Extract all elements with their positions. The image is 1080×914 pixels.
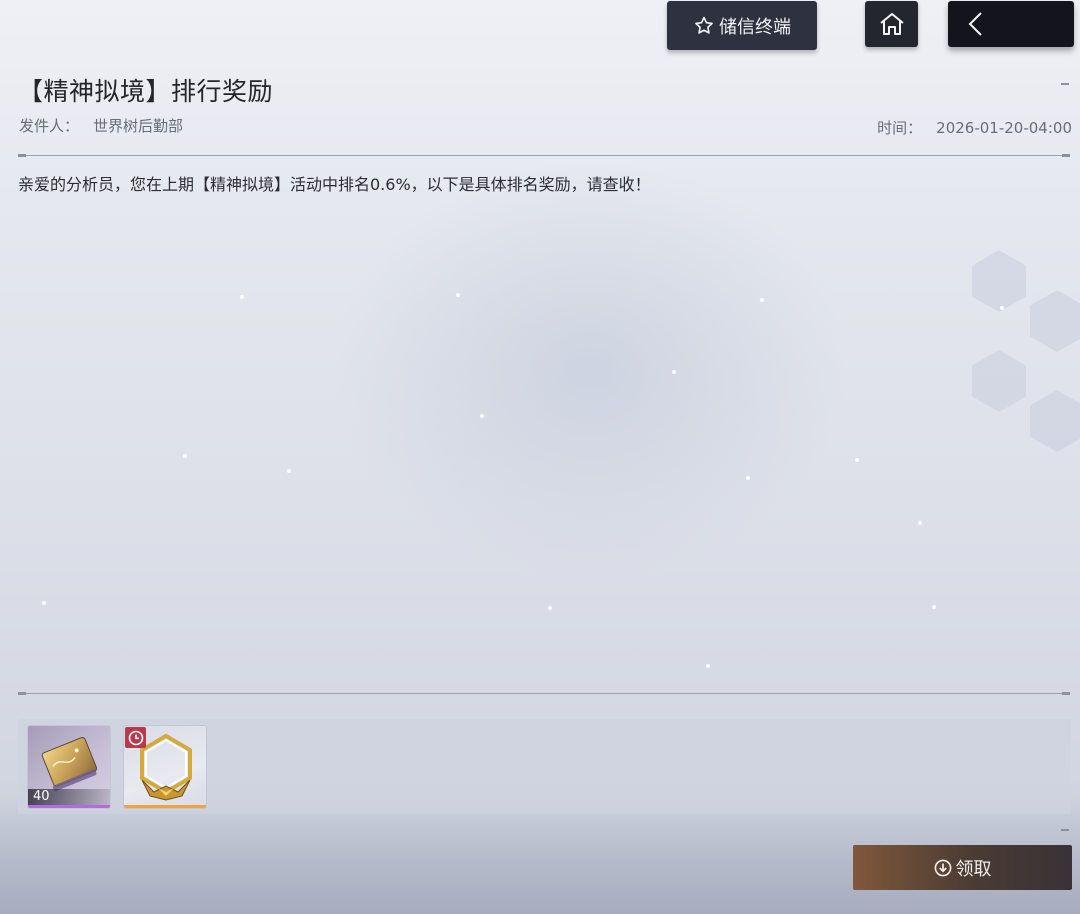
reward-quantity: 40 (28, 789, 110, 805)
reward-tray: 40 (18, 719, 1071, 814)
download-circle-icon (934, 859, 951, 876)
clock-icon (128, 730, 143, 745)
home-button[interactable] (865, 1, 918, 47)
chevron-left-icon (968, 12, 982, 36)
rarity-bar-purple (28, 805, 110, 808)
star-outline-icon (695, 16, 713, 34)
mail-sender: 发件人： 世界树后勤部 (19, 115, 183, 136)
storage-terminal-button[interactable]: 储信终端 (667, 1, 817, 50)
time-value: 2026-01-20-04:00 (936, 119, 1072, 137)
corner-tick (1061, 83, 1069, 85)
limited-time-badge (125, 727, 146, 748)
time-label: 时间： (877, 119, 923, 137)
home-icon (879, 13, 904, 35)
mail-time: 时间： 2026-01-20-04:00 (877, 117, 1072, 138)
header-divider (18, 154, 1070, 157)
storage-terminal-label: 储信终端 (719, 16, 791, 38)
back-button[interactable] (948, 1, 1074, 47)
reward-item[interactable] (123, 725, 207, 809)
mail-title: 【精神拟境】排行奖励 (18, 77, 274, 106)
claim-button[interactable]: 领取 (853, 845, 1072, 890)
sender-label: 发件人： (19, 117, 80, 135)
claim-label: 领取 (955, 858, 992, 880)
corner-tick (1061, 829, 1069, 831)
content-divider (18, 692, 1070, 695)
reward-item[interactable]: 40 (27, 725, 111, 809)
rarity-bar-orange (124, 805, 206, 808)
mail-body: 亲爱的分析员，您在上期【精神拟境】活动中排名0.6%，以下是具体排名奖励，请查收… (18, 175, 651, 194)
sender-value: 世界树后勤部 (93, 117, 184, 135)
